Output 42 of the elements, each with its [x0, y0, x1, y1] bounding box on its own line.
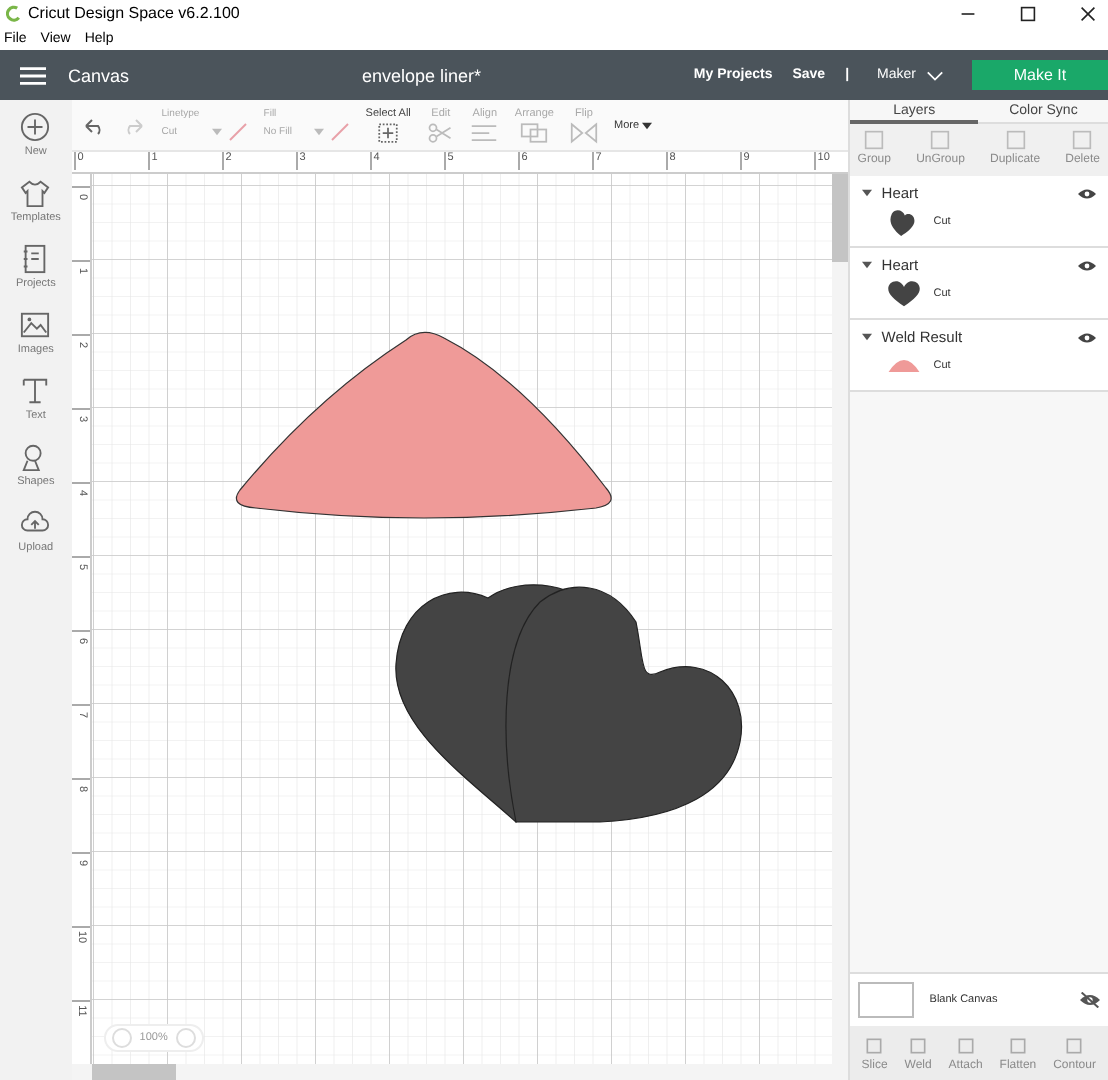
square-icon — [1072, 130, 1093, 150]
canvas-swatch[interactable] — [857, 982, 914, 1018]
chevron-down-icon — [926, 69, 944, 81]
caret-icon — [313, 128, 324, 136]
shirt-icon — [20, 178, 51, 208]
caret-icon — [211, 128, 222, 136]
expand-caret-icon[interactable] — [861, 188, 872, 198]
square-icon — [1064, 1035, 1085, 1055]
app-logo-icon — [6, 4, 22, 22]
minimize-icon[interactable] — [960, 11, 976, 15]
eye-icon[interactable] — [1080, 992, 1100, 1008]
arrange-icon — [520, 121, 549, 143]
expand-caret-icon[interactable] — [861, 260, 872, 270]
caret-icon — [641, 121, 652, 129]
align-icon — [470, 121, 499, 143]
project-name: envelope liner* — [362, 65, 482, 85]
notebook-icon — [20, 244, 51, 274]
close-icon[interactable] — [1080, 5, 1096, 21]
square-icon — [1007, 1035, 1028, 1055]
section-title: Canvas — [68, 65, 130, 85]
maximize-icon[interactable] — [1020, 5, 1036, 21]
letter-t-icon — [20, 376, 51, 406]
square-icon — [955, 1035, 976, 1055]
eye-icon[interactable] — [1078, 187, 1096, 199]
eye-icon[interactable] — [1078, 259, 1096, 271]
square-icon — [864, 1035, 885, 1055]
select-all-icon — [374, 121, 403, 143]
expand-caret-icon[interactable] — [861, 332, 872, 342]
menu-icon[interactable] — [20, 65, 46, 85]
square-icon — [864, 130, 885, 150]
undo-icon[interactable] — [81, 115, 106, 135]
make-it-button[interactable]: Make It — [972, 60, 1108, 90]
scrollbar-thumb[interactable] — [91, 1064, 176, 1080]
plus-icon — [20, 112, 51, 142]
scissors-icon — [426, 121, 455, 143]
eye-icon[interactable] — [1078, 331, 1096, 343]
square-icon — [1005, 130, 1026, 150]
flip-icon — [569, 121, 598, 143]
image-icon — [20, 310, 51, 340]
window-title: Cricut Design Space v6.2.100 — [28, 4, 240, 22]
square-icon — [930, 130, 951, 150]
square-icon — [908, 1035, 929, 1055]
